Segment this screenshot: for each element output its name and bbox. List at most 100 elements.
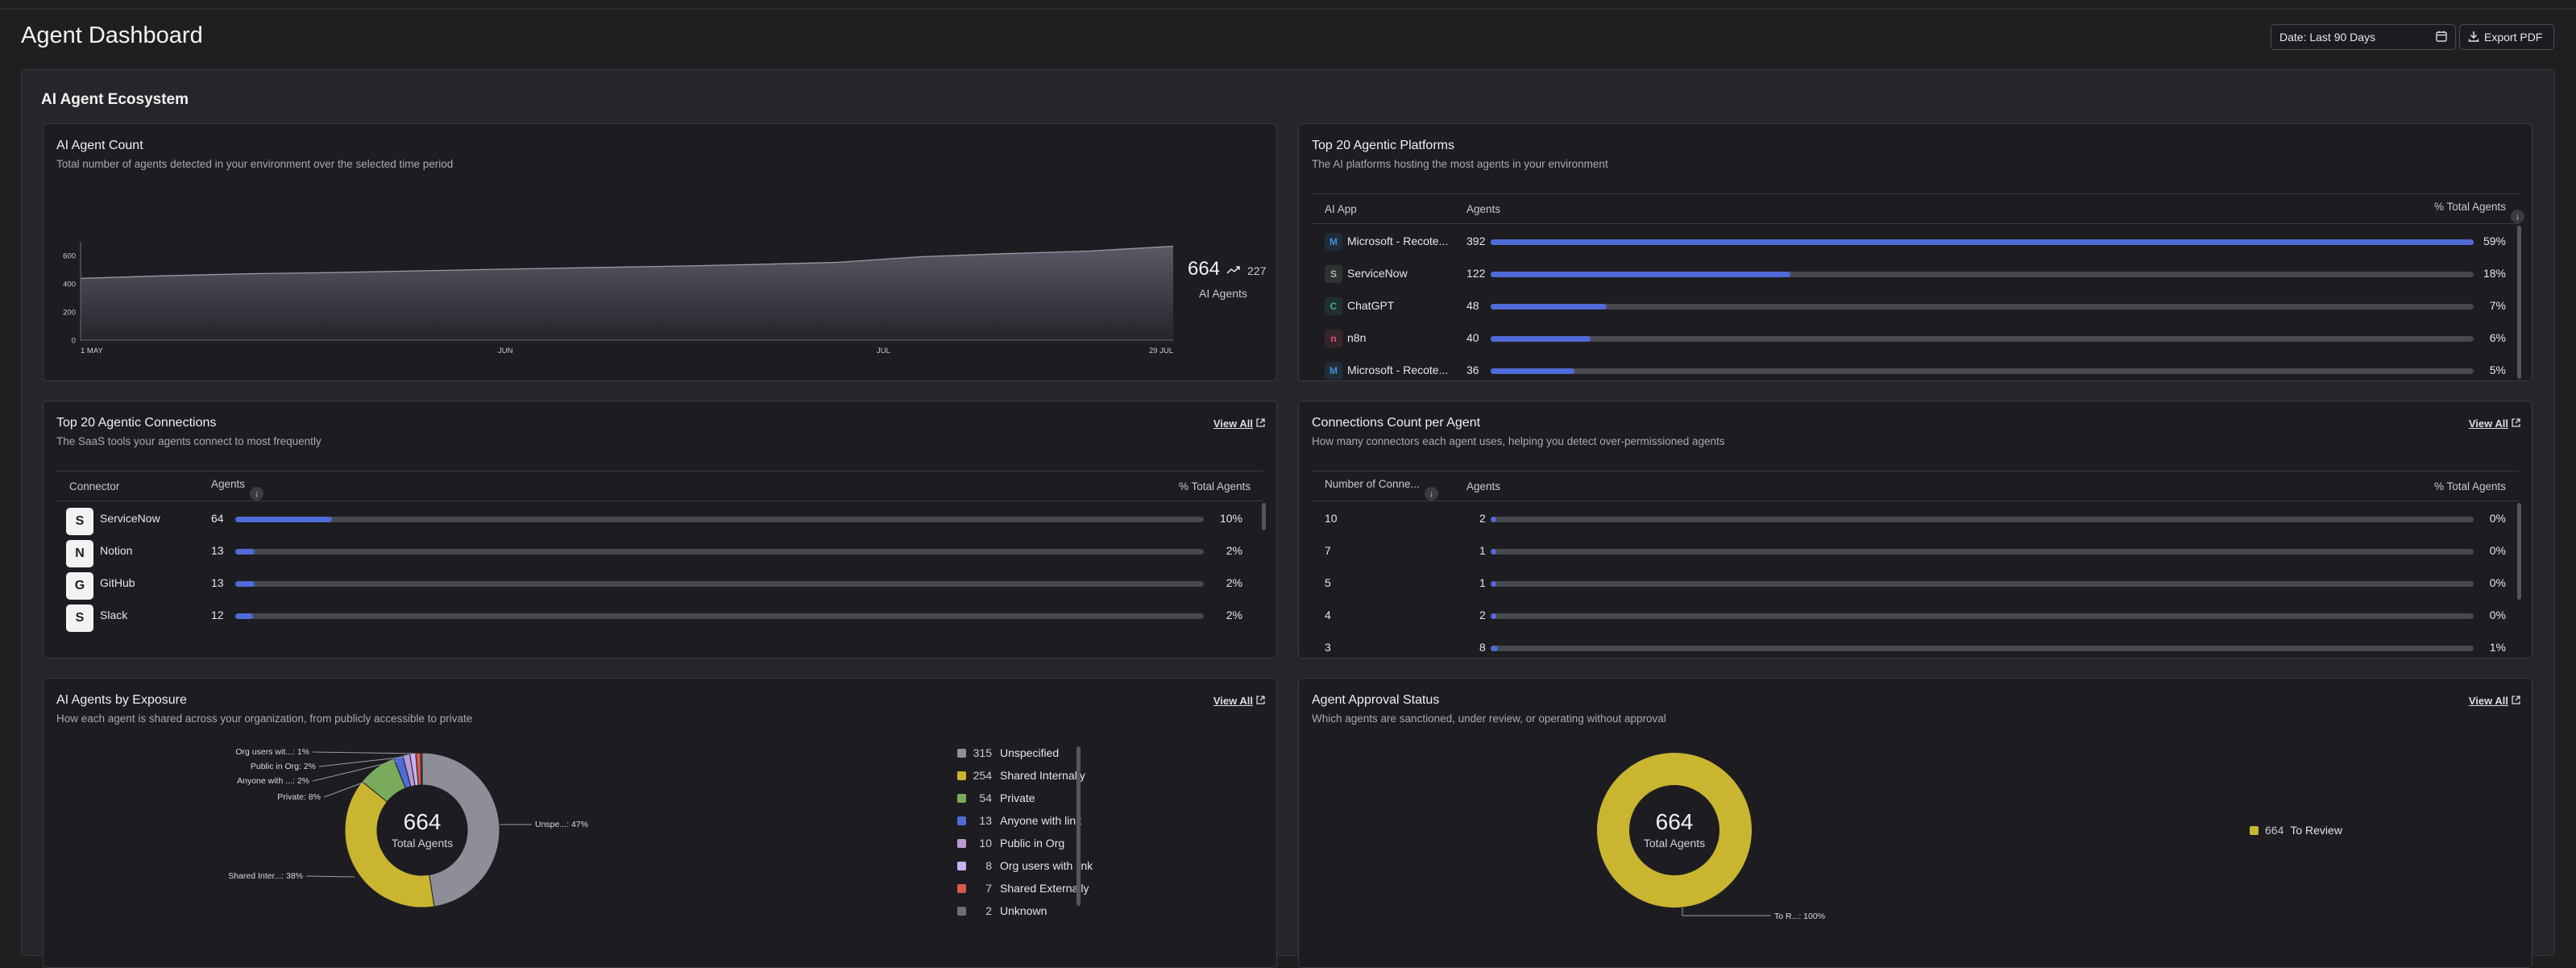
legend-label: Public in Org xyxy=(1000,837,1065,850)
sort-down-icon[interactable]: ↓ xyxy=(2511,210,2524,223)
donut-center-value: 664 xyxy=(403,809,442,834)
row-agent-count: 8 xyxy=(1479,641,1486,654)
agent-total-label: AI Agents xyxy=(1199,287,1247,300)
view-all-link[interactable]: View All xyxy=(1213,418,1265,430)
table-row[interactable]: S Slack 12 2% xyxy=(56,600,1263,632)
table-row[interactable]: 4 2 0% xyxy=(1312,600,2519,632)
scrollbar[interactable] xyxy=(2517,226,2521,379)
row-percent-bar xyxy=(1491,646,2474,651)
row-agent-count: 48 xyxy=(1466,299,1479,312)
view-all-link[interactable]: View All xyxy=(2469,418,2520,430)
callout-label: Unspe...: 47% xyxy=(535,820,588,829)
legend-item[interactable]: 254 Shared Internally xyxy=(957,769,1085,782)
table-row[interactable]: 10 2 0% xyxy=(1312,503,2519,535)
scrollbar[interactable] xyxy=(2517,503,2521,600)
row-agent-count: 36 xyxy=(1466,364,1479,376)
legend-item[interactable]: 2 Unknown xyxy=(957,904,1047,917)
card-title: Top 20 Agentic Connections xyxy=(56,416,217,430)
table-row[interactable]: M Microsoft - Recote... 392 59% xyxy=(1312,226,2519,258)
row-name: ChatGPT xyxy=(1347,299,1395,312)
sort-down-icon[interactable]: ↓ xyxy=(1424,487,1438,501)
legend-scrollbar[interactable] xyxy=(1076,746,1081,906)
callout-label: Org users wit...: 1% xyxy=(235,747,309,757)
table-row[interactable]: 3 8 1% xyxy=(1312,632,2519,658)
table-row[interactable]: G GitHub 13 2% xyxy=(56,567,1263,600)
row-percent: 7% xyxy=(2489,299,2506,312)
legend-item[interactable]: 315 Unspecified xyxy=(957,746,1059,759)
sort-down-icon[interactable]: ↓ xyxy=(250,487,264,501)
notion-icon-glyph: N xyxy=(75,546,85,560)
row-percent: 5% xyxy=(2489,364,2506,376)
date-range-picker[interactable]: Date: Last 90 Days xyxy=(2271,24,2456,50)
table-row[interactable]: M Microsoft - Recote... 36 5% xyxy=(1312,355,2519,380)
scrollbar[interactable] xyxy=(1262,503,1266,530)
row-name: 4 xyxy=(1325,609,1331,621)
column-header-pct[interactable]: % Total Agents ↓ xyxy=(2434,201,2524,223)
column-header-connector: Connector xyxy=(69,480,120,492)
row-percent-fill xyxy=(1491,368,1574,374)
table-row[interactable]: S ServiceNow 64 10% xyxy=(56,503,1263,535)
callout-line xyxy=(305,875,355,878)
legend-item[interactable]: 7 Shared Externally xyxy=(957,882,1089,895)
table-row[interactable]: N Notion 13 2% xyxy=(56,535,1263,567)
legend-count: 254 xyxy=(973,769,992,782)
row-name: Microsoft - Recote... xyxy=(1347,364,1449,376)
row-percent-bar xyxy=(1491,239,2474,245)
row-percent: 18% xyxy=(2483,267,2506,280)
n8n-icon: n xyxy=(1325,330,1342,347)
legend-item[interactable]: 664 To Review xyxy=(2250,824,2342,837)
table-row[interactable]: 7 1 0% xyxy=(1312,535,2519,567)
view-all-label: View All xyxy=(1213,418,1253,430)
legend-count: 8 xyxy=(985,859,992,872)
row-agent-count: 392 xyxy=(1466,235,1486,247)
row-agent-count: 13 xyxy=(211,576,224,589)
row-percent-fill xyxy=(1491,549,1497,555)
column-header-agents: Agents xyxy=(1466,203,1501,215)
y-tick-label: 200 xyxy=(63,308,76,317)
column-header-count[interactable]: Number of Conne... ↓ xyxy=(1325,478,1438,501)
row-name: ServiceNow xyxy=(1347,267,1408,280)
legend-label: Unknown xyxy=(1000,904,1047,917)
table-row[interactable]: C ChatGPT 48 7% xyxy=(1312,290,2519,322)
row-percent-bar xyxy=(1491,368,2474,374)
legend-count: 54 xyxy=(979,791,992,804)
view-all-link[interactable]: View All xyxy=(1213,695,1265,707)
legend-item[interactable]: 54 Private xyxy=(957,791,1035,804)
table-row[interactable]: S ServiceNow 122 18% xyxy=(1312,258,2519,290)
row-percent-bar xyxy=(235,613,1204,619)
legend-item[interactable]: 10 Public in Org xyxy=(957,837,1064,850)
ecosystem-panel: AI Agent Ecosystem AI Agent Count Total … xyxy=(21,69,2555,968)
table-row[interactable]: 5 1 0% xyxy=(1312,567,2519,600)
donut-center-label: Total Agents xyxy=(1643,837,1706,850)
row-percent: 1% xyxy=(2489,641,2506,654)
callout-line xyxy=(312,751,417,754)
row-agent-count: 1 xyxy=(1479,576,1486,589)
top-divider xyxy=(0,8,2576,10)
row-agent-count: 1 xyxy=(1479,544,1486,557)
trend-up-icon xyxy=(1226,264,1241,279)
callout-label: Shared Inter...: 38% xyxy=(228,871,303,881)
legend-item[interactable]: 8 Org users with link xyxy=(957,859,1093,872)
column-header-agents[interactable]: Agents ↓ xyxy=(211,478,264,501)
x-tick-label: JUL xyxy=(877,347,890,355)
row-percent: 59% xyxy=(2483,235,2506,247)
row-percent-bar xyxy=(1491,336,2474,342)
slack-icon: S xyxy=(66,604,93,632)
row-agent-count: 122 xyxy=(1466,267,1486,280)
row-percent-bar xyxy=(235,549,1204,555)
column-header-count-label: Number of Conne... xyxy=(1325,478,1420,490)
legend-item[interactable]: 13 Anyone with link xyxy=(957,814,1081,827)
github-icon-glyph: G xyxy=(74,579,85,592)
card-title: Top 20 Agentic Platforms xyxy=(1312,139,1454,152)
row-percent: 2% xyxy=(1226,544,1242,557)
export-pdf-button[interactable]: Export PDF xyxy=(2459,24,2554,50)
calendar-icon xyxy=(2436,31,2447,44)
x-tick-label: 29 JUL xyxy=(1149,347,1173,355)
table-header: Connector Agents ↓ % Total Agents xyxy=(56,471,1263,501)
legend-label: To Review xyxy=(2290,824,2342,837)
row-percent: 2% xyxy=(1226,576,1242,589)
legend-swatch xyxy=(957,816,966,825)
row-name: n8n xyxy=(1347,331,1367,344)
table-row[interactable]: n n8n 40 6% xyxy=(1312,322,2519,355)
github-icon: G xyxy=(66,572,93,600)
